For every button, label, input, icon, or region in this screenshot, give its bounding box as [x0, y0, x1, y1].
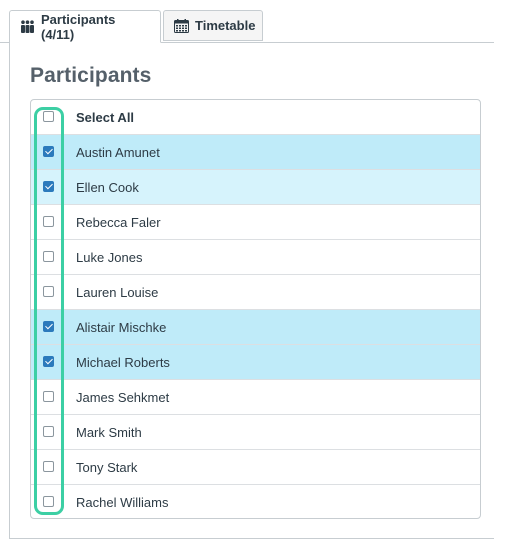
participant-checkbox[interactable] [43, 251, 54, 262]
participant-checkbox[interactable] [43, 461, 54, 472]
participant-row[interactable]: Rebecca Faler [31, 205, 480, 240]
participant-name: Rachel Williams [76, 495, 169, 510]
participant-row[interactable]: Michael Roberts [31, 345, 480, 380]
participant-checkbox[interactable] [43, 286, 54, 297]
participant-name: Michael Roberts [76, 354, 170, 370]
participant-name: Luke Jones [76, 249, 143, 265]
participant-name: Tony Stark [76, 459, 138, 475]
participant-name: Rebecca Faler [76, 214, 161, 230]
people-icon [20, 20, 35, 33]
participant-name: Mark Smith [76, 424, 142, 440]
participant-checkbox[interactable] [43, 181, 54, 192]
select-all-row[interactable]: Select All [31, 100, 480, 135]
participant-name: Lauren Louise [76, 284, 159, 300]
select-all-label: Select All [76, 109, 135, 125]
participant-name: Ellen Cook [76, 179, 139, 195]
tab-timetable-label: Timetable [195, 18, 256, 33]
participant-row[interactable]: Austin Amunet [31, 135, 480, 170]
participant-row[interactable]: Rachel Williams [31, 485, 480, 518]
participant-name: Austin Amunet [76, 144, 160, 160]
participant-checkbox[interactable] [43, 426, 54, 437]
participant-list: Select All Austin Amunet Ellen Cook Rebecc… [30, 99, 481, 519]
participant-checkbox[interactable] [43, 216, 54, 227]
tab-participants[interactable]: Participants (4/11) [9, 10, 161, 43]
participant-checkbox[interactable] [43, 356, 54, 367]
participant-checkbox[interactable] [43, 146, 54, 157]
participant-row[interactable]: Lauren Louise [31, 275, 480, 310]
participant-name: James Sehkmet [76, 389, 170, 405]
tab-bar: Participants (4/11) Timetable [0, 0, 494, 43]
participant-checkbox[interactable] [43, 321, 54, 332]
participant-row[interactable]: Luke Jones [31, 240, 480, 275]
tab-timetable[interactable]: Timetable [163, 10, 263, 41]
participant-checkbox[interactable] [43, 496, 54, 507]
participant-row[interactable]: James Sehkmet [31, 380, 480, 415]
participants-panel: Participants Select All Austin Amunet Ell… [9, 42, 494, 539]
select-all-checkbox[interactable] [43, 111, 54, 122]
participant-row[interactable]: Mark Smith [31, 415, 480, 450]
page: Participants (4/11) Timetable Participan… [0, 0, 509, 556]
participant-row[interactable]: Tony Stark [31, 450, 480, 485]
participant-name: Alistair Mischke [76, 319, 167, 335]
tab-participants-label: Participants (4/11) [41, 11, 116, 42]
participant-checkbox[interactable] [43, 391, 54, 402]
calendar-icon [174, 18, 189, 33]
participant-row[interactable]: Ellen Cook [31, 170, 480, 205]
participant-row[interactable]: Alistair Mischke [31, 310, 480, 345]
panel-title: Participants [30, 64, 152, 87]
